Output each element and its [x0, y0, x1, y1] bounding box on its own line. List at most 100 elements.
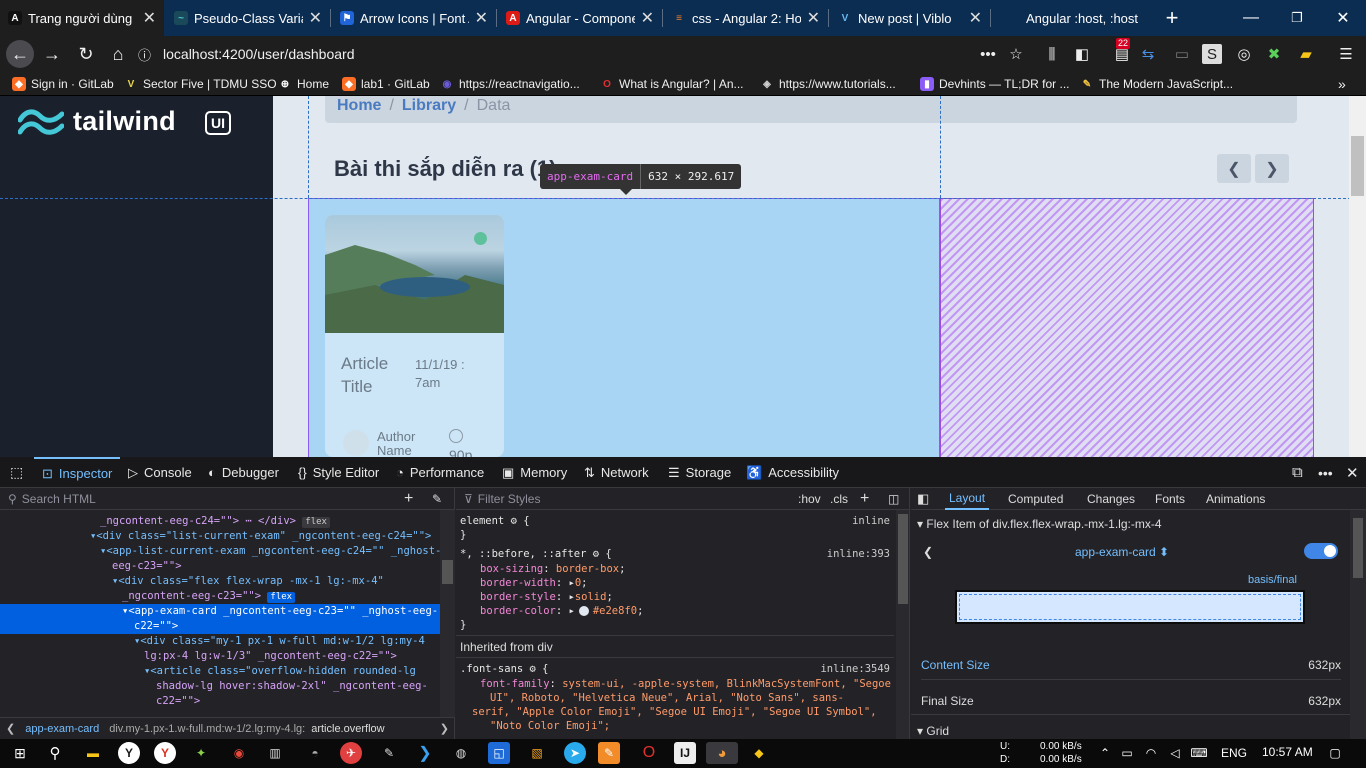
forward-button[interactable]: →	[38, 40, 66, 68]
url-bar[interactable]: ⓘ localhost:4200/user/dashboard	[138, 39, 1038, 69]
add-node-icon[interactable]: +	[404, 490, 413, 508]
markup-line[interactable]: shadow-lg hover:shadow-2xl" _ngcontent-e…	[0, 679, 440, 694]
markup-line[interactable]: ▾<app-list-current-exam _ngcontent-eeg-c…	[0, 544, 440, 559]
exam-card[interactable]: Article Title 11/1/19 : 7am Author Name …	[325, 215, 504, 457]
breadcrumb-prev-icon[interactable]: ❮	[6, 722, 15, 735]
flex-highlight-toggle[interactable]	[1304, 543, 1338, 559]
search-html-input[interactable]: ⚲ Search HTML + ✎	[0, 488, 455, 510]
page-scrollbar-thumb[interactable]	[1351, 136, 1364, 196]
telegram-icon[interactable]: ➤	[564, 742, 586, 764]
bookmark-item[interactable]: V Sector Five | TDMU SSO	[124, 75, 277, 93]
input-language[interactable]: ENG	[1221, 746, 1247, 760]
rule-source-link[interactable]: inline	[852, 514, 890, 528]
flex-badge-active[interactable]: flex	[267, 592, 296, 603]
battery-icon[interactable]: ▭	[1116, 742, 1138, 764]
cross-extension-icon[interactable]: ✖	[1264, 44, 1284, 64]
add-rule-icon[interactable]: +	[860, 490, 869, 508]
sparkle-app-icon[interactable]: ✦	[190, 742, 212, 764]
css-declaration[interactable]: border-width: ▸0;	[460, 576, 894, 590]
s-extension-icon[interactable]: S	[1202, 44, 1222, 64]
tab-debugger[interactable]: ◐ Debugger	[208, 457, 279, 488]
notifications-icon[interactable]: ▢	[1324, 742, 1346, 764]
sidebar-icon[interactable]: ◧	[1072, 44, 1092, 64]
show-hidden-icons[interactable]: ⌃	[1094, 742, 1116, 764]
hardware-app-icon[interactable]: ▥	[264, 742, 286, 764]
close-tab-icon[interactable]: ✕	[969, 8, 982, 28]
breadcrumb-node[interactable]: article.overflow	[311, 723, 384, 735]
notes-app-icon[interactable]: ✎	[598, 742, 620, 764]
more-bookmarks-icon[interactable]: »	[1338, 75, 1346, 93]
breadcrumb-home-link[interactable]: Home	[337, 97, 381, 115]
git-kraken-icon[interactable]: ◆	[748, 742, 770, 764]
bookmark-item[interactable]: ◉ https://reactnavigatio...	[440, 75, 580, 93]
yandex-browser-icon[interactable]: Y	[154, 742, 176, 764]
file-explorer-icon[interactable]: ▬	[82, 742, 104, 764]
tab-fonts[interactable]: Fonts	[1155, 488, 1185, 510]
search-icon[interactable]: ⚲	[44, 742, 66, 764]
tab-style-editor[interactable]: {} Style Editor	[298, 457, 379, 488]
markup-line[interactable]: ▾<div class="flex flex-wrap -mx-1 lg:-mx…	[0, 574, 440, 589]
screen-extension-icon[interactable]: ▭	[1172, 44, 1192, 64]
cls-toggle[interactable]: .cls	[830, 492, 848, 506]
rules-scrollbar-thumb[interactable]	[898, 514, 908, 604]
keyboard-icon[interactable]: ⌨	[1188, 742, 1210, 764]
close-tab-icon[interactable]: ✕	[475, 8, 488, 28]
breadcrumb-next-icon[interactable]: ❯	[440, 722, 449, 735]
markup-line-selected[interactable]: c22="">	[0, 619, 440, 634]
markup-line[interactable]: c22="">	[0, 694, 440, 709]
layout-scrollbar[interactable]	[1350, 510, 1366, 739]
tab-pseudo-class[interactable]: ~ Pseudo-Class Variar ✕	[166, 0, 330, 36]
windows-start-icon[interactable]: ⊞	[9, 742, 31, 764]
markup-line[interactable]: lg:px-4 lg:w-1/3" _ngcontent-eeg-c22="">	[0, 649, 440, 664]
red-app-icon[interactable]: ◉	[228, 742, 250, 764]
tab-arrow-icons[interactable]: ⚑ Arrow Icons | Font A ✕	[332, 0, 496, 36]
folder-extension-icon[interactable]: ▰	[1296, 44, 1316, 64]
css-declaration[interactable]: font-family: system-ui, -apple-system, B…	[460, 677, 894, 691]
markup-line[interactable]: eeg-c23="">	[0, 559, 440, 574]
remote-desktop-icon[interactable]: ◱	[488, 742, 510, 764]
bookmark-item[interactable]: ⊕ Home	[278, 75, 329, 93]
tab-accessibility[interactable]: ♿ Accessibility	[746, 457, 839, 488]
print-simulation-icon[interactable]: ◫	[888, 492, 899, 506]
markup-line[interactable]: ▾<article class="overflow-hidden rounded…	[0, 664, 440, 679]
markup-line[interactable]: _ngcontent-eeg-c24=""> ⋯ </div> flex	[0, 514, 440, 529]
devtools-menu-icon[interactable]: •••	[1318, 457, 1333, 488]
menu-icon[interactable]: ☰	[1336, 44, 1356, 64]
intellij-icon[interactable]: IJ	[674, 742, 696, 764]
tab-viblo[interactable]: V New post | Viblo ✕	[830, 0, 990, 36]
close-tab-icon[interactable]: ✕	[143, 8, 156, 28]
bookmark-item[interactable]: ◈ https://www.tutorials...	[760, 75, 896, 93]
minimize-button[interactable]: —	[1228, 0, 1274, 36]
markup-line[interactable]: ▾<div class="list-current-exam" _ngconte…	[0, 529, 440, 544]
rule-source-link[interactable]: inline:393	[827, 547, 890, 561]
clock[interactable]: 10:57 AM	[1262, 745, 1313, 759]
close-tab-icon[interactable]: ✕	[641, 8, 654, 28]
extension-notification-icon[interactable]: 22 ▤	[1112, 38, 1132, 64]
tab-memory[interactable]: ▣ Memory	[502, 457, 567, 488]
kindle-app-icon[interactable]: ✎	[378, 742, 400, 764]
tab-changes[interactable]: Changes	[1087, 488, 1135, 510]
steam-icon[interactable]: ◍	[450, 742, 472, 764]
sublime-icon[interactable]: ▧	[526, 742, 548, 764]
home-button[interactable]: ⌂	[104, 40, 132, 68]
rule-source-link[interactable]: inline:3549	[820, 662, 890, 676]
tab-layout[interactable]: Layout	[945, 488, 990, 510]
firefox-icon[interactable]: ◕	[706, 742, 738, 764]
css-declaration[interactable]: box-sizing: border-box;	[460, 562, 894, 576]
bookmark-item[interactable]: ✎ The Modern JavaScript...	[1080, 75, 1233, 93]
wifi-icon[interactable]: ◠	[1140, 742, 1162, 764]
breadcrumb-node[interactable]: div.my-1.px-1.w-full.md:w-1/2.lg:my-4.lg…	[109, 723, 305, 735]
markup-line[interactable]: _ngcontent-eeg-c23=""> flex	[0, 589, 440, 604]
markup-line-selected[interactable]: ▾<app-exam-card _ngcontent-eeg-c23="" _n…	[0, 604, 440, 619]
opera-icon[interactable]: O	[638, 742, 660, 764]
tab-inspector[interactable]: ⊡ Inspector	[34, 457, 121, 488]
tab-network[interactable]: ⇅ Network	[584, 457, 649, 488]
yandex-icon[interactable]: Y	[118, 742, 140, 764]
bookmark-item[interactable]: ◆ lab1 · GitLab	[342, 75, 430, 93]
close-tab-icon[interactable]: ✕	[807, 8, 820, 28]
prev-button[interactable]: ❮	[1217, 154, 1251, 183]
layout-scrollbar-thumb[interactable]	[1353, 518, 1363, 578]
eyedropper-icon[interactable]: ✎	[432, 492, 442, 506]
tab-trang-nguoi-dung[interactable]: A Trang người dùng ✕	[0, 0, 164, 36]
tab-storage[interactable]: ☰ Storage	[668, 457, 731, 488]
